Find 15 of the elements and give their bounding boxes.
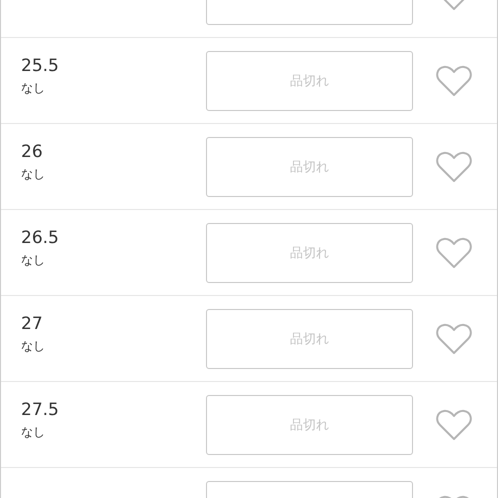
size-label: 26 [21, 142, 44, 162]
stock-status: なし [21, 80, 46, 97]
stock-status: なし [21, 338, 46, 355]
stock-status: なし [21, 252, 46, 269]
heart-icon[interactable] [436, 408, 472, 440]
heart-icon[interactable] [436, 236, 472, 268]
heart-icon[interactable] [436, 64, 472, 96]
stock-status: なし [21, 424, 46, 441]
size-label: 26.5 [21, 228, 60, 248]
heart-icon[interactable] [436, 150, 472, 182]
size-label: 27.5 [21, 400, 60, 420]
heart-icon[interactable] [436, 322, 472, 354]
stock-status: なし [21, 166, 46, 183]
size-label: 27 [21, 314, 44, 334]
size-label: 25.5 [21, 56, 60, 76]
